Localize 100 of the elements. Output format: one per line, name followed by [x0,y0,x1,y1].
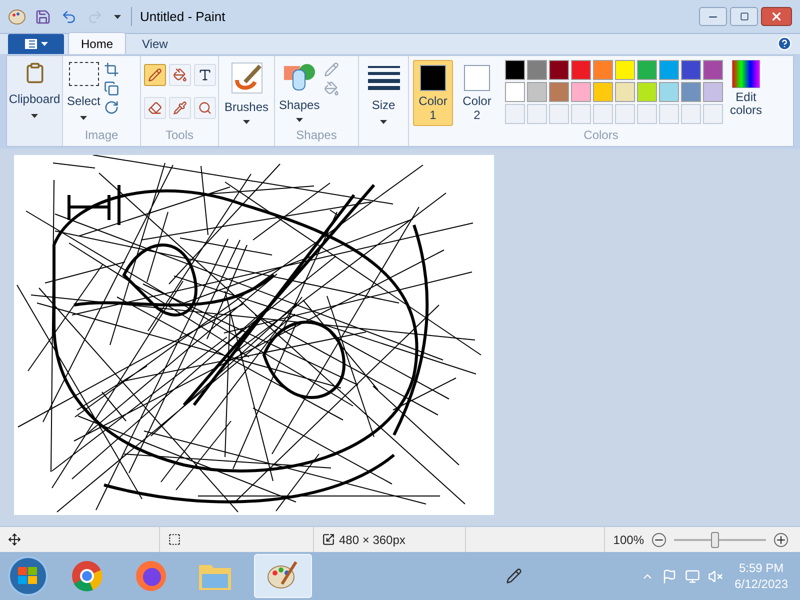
network-icon[interactable] [684,568,700,584]
palette-swatch[interactable] [637,60,657,80]
palette-swatch[interactable] [659,60,679,80]
empty-swatch[interactable] [637,104,657,124]
palette-swatch[interactable] [615,60,635,80]
color-picker-icon [172,100,186,114]
crop-icon[interactable] [104,62,120,77]
group-label: Tools [165,127,194,144]
application-menu-button[interactable] [8,34,64,54]
palette-swatch[interactable] [615,82,635,102]
shapes-button[interactable]: Shapes [279,62,320,122]
speaker-muted-icon[interactable] [708,568,723,584]
minus-icon [652,532,666,546]
line-width-icon [368,66,400,90]
magnifier-icon [198,100,212,114]
empty-swatch[interactable] [615,104,635,124]
edit-colors-button[interactable]: Edit colors [727,60,765,117]
text-tool-button[interactable] [194,64,216,86]
cursor-position-icon [8,533,21,546]
empty-swatch[interactable] [505,104,525,124]
close-button[interactable] [761,7,792,26]
save-button[interactable] [34,8,52,26]
rotate-icon[interactable] [104,100,120,115]
selection-icon [68,62,99,86]
group-label: Colors [582,127,620,144]
flag-icon[interactable] [662,568,677,584]
canvas-size-icon [322,533,335,546]
zoom-in-button[interactable] [774,532,788,546]
redo-icon [87,8,103,24]
ribbon-tab[interactable]: Home [68,32,126,54]
empty-swatch[interactable] [703,104,723,124]
caret-icon [31,114,38,118]
magnifier-tool-button[interactable] [194,96,216,118]
caret-icon [40,42,48,46]
empty-swatch[interactable] [549,104,569,124]
eraser-icon [148,100,162,114]
caret-icon [380,120,387,124]
undo-icon [61,8,77,24]
palette-swatch[interactable] [681,60,701,80]
drawing-canvas[interactable] [14,155,494,515]
pencil-icon [148,68,162,82]
palette-swatch[interactable] [527,60,547,80]
windows-logo-icon [18,567,38,585]
palette-swatch[interactable] [593,60,613,80]
shapes-icon [283,62,316,92]
ribbon-tab[interactable]: View [130,34,180,54]
palette-swatch[interactable] [549,60,569,80]
size-button[interactable]: Size [368,56,400,124]
resize-icon[interactable] [104,81,120,96]
plus-icon [774,532,788,546]
palette-swatch[interactable] [571,60,591,80]
palette-swatch[interactable] [703,60,723,80]
palette-swatch[interactable] [681,82,701,102]
fill-icon[interactable] [324,81,339,96]
color-slot-button[interactable]: Color 2 [457,60,497,126]
zoom-level: 100% [613,532,644,548]
picker-tool-button[interactable] [168,96,190,118]
caret-icon [80,116,88,120]
eraser-tool-button[interactable] [144,96,166,118]
empty-swatch[interactable] [681,104,701,124]
outline-icon[interactable] [324,62,339,77]
help-icon[interactable] [777,36,792,51]
zoom-out-button[interactable] [652,532,666,546]
palette-icon [8,8,26,24]
palette-swatch[interactable] [571,82,591,102]
caret-icon [114,14,121,18]
caret-icon [243,120,250,124]
customize-toolbar-button[interactable] [112,14,123,18]
caret-icon [296,118,303,122]
empty-swatch[interactable] [659,104,679,124]
group-label: Shapes [295,127,338,144]
palette-swatch[interactable] [593,82,613,102]
brushes-button[interactable]: Brushes [224,56,269,124]
empty-swatch[interactable] [527,104,547,124]
empty-swatch[interactable] [571,104,591,124]
select-button[interactable]: Select [67,62,100,120]
fill-tool-button[interactable] [168,64,190,86]
group-label: Image [84,127,120,144]
brush-icon [230,62,262,94]
palette-swatch[interactable] [505,60,525,80]
palette-swatch[interactable] [637,82,657,102]
canvas-size: 480 × 360px [339,532,406,548]
restore-button[interactable] [730,7,758,26]
palette-swatch[interactable] [549,82,569,102]
palette-swatch[interactable] [659,82,679,102]
palette-swatch[interactable] [505,82,525,102]
close-icon [770,10,783,23]
palette-swatch[interactable] [703,82,723,102]
firefox-icon [135,560,167,592]
color-spectrum-icon [732,60,760,88]
chrome-icon [71,560,103,592]
start-button[interactable] [8,556,48,596]
taskbar-app-button[interactable] [254,554,312,598]
text-icon [198,68,212,82]
zoom-slider-thumb[interactable] [711,532,720,548]
empty-swatch[interactable] [593,104,613,124]
restore-icon [740,12,748,21]
palette-swatch[interactable] [527,82,547,102]
color-slot-button[interactable]: Color 1 [413,60,453,126]
pencil-tool-button[interactable] [144,64,166,86]
